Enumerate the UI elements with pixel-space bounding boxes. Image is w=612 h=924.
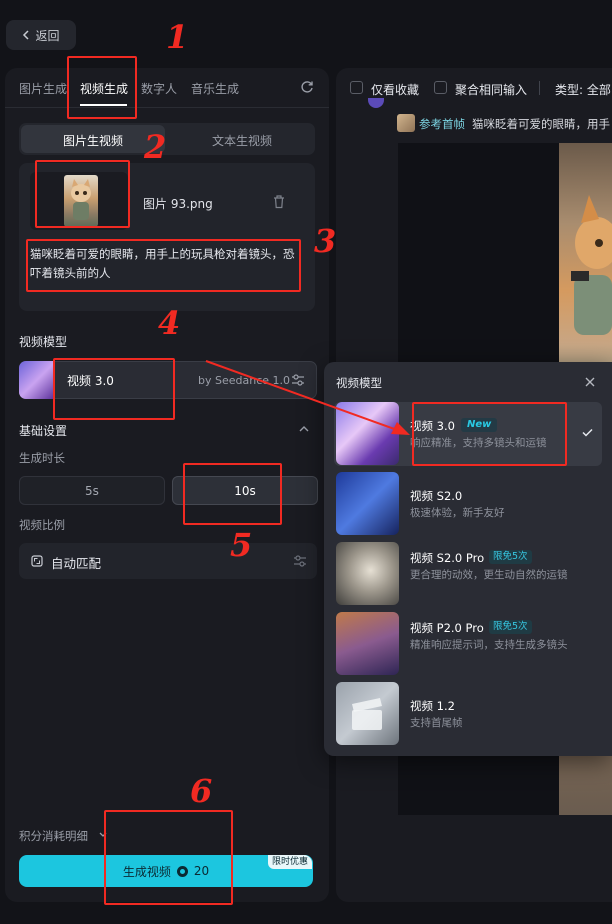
annotation-number-5: 5 xyxy=(230,526,253,564)
model-option-desc: 极速体验，新手友好 xyxy=(410,507,505,519)
close-icon[interactable] xyxy=(584,376,596,388)
tab-digital-human[interactable]: 数字人 xyxy=(141,80,177,97)
annotation-box-3 xyxy=(26,239,301,292)
promo-badge: 限时优惠 xyxy=(268,855,312,869)
annotation-box-6 xyxy=(104,810,233,905)
chevron-left-icon xyxy=(23,30,30,40)
duration-label: 生成时长 xyxy=(19,451,65,465)
model-option-desc: 更合理的动效，更生动自然的运镜 xyxy=(410,569,568,581)
type-filter[interactable]: 类型: 全部 xyxy=(555,81,611,98)
annotation-box-model-option xyxy=(412,402,567,466)
model-option-name[interactable]: 视频 1.2 xyxy=(410,698,455,714)
video-model-title: 视频模型 xyxy=(19,335,68,349)
refresh-icon[interactable] xyxy=(300,80,314,94)
tab-image-gen[interactable]: 图片生成 xyxy=(19,80,67,97)
reference-frame-label: 参考首帧 xyxy=(419,117,465,131)
reference-prompt-text: 猫咪眨着可爱的眼睛，用手 xyxy=(472,117,610,131)
check-icon xyxy=(582,428,593,437)
ratio-label: 视频比例 xyxy=(19,518,65,532)
back-button[interactable]: 返回 xyxy=(6,20,76,50)
model-option-name[interactable]: 视频 S2.0 xyxy=(410,488,462,504)
ratio-value: 自动匹配 xyxy=(51,556,102,571)
model-option-thumbnail[interactable] xyxy=(336,612,399,675)
annotation-number-3: 3 xyxy=(314,222,337,260)
merge-inputs-label: 聚合相同输入 xyxy=(455,83,528,97)
filter-divider xyxy=(539,81,540,95)
annotation-box-4 xyxy=(53,358,175,420)
model-option-desc: 精准响应提示词，支持生成多镜头 xyxy=(410,639,568,651)
trash-icon[interactable] xyxy=(272,194,286,209)
back-label: 返回 xyxy=(35,28,60,43)
sliders-icon[interactable] xyxy=(293,554,307,568)
model-option-desc: 支持首尾帧 xyxy=(410,717,463,729)
model-option-name[interactable]: 视频 S2.0 Pro xyxy=(410,550,484,566)
model-option-thumbnail[interactable] xyxy=(336,542,399,605)
annotation-number-1: 1 xyxy=(166,18,189,56)
generation-tabs: 图片生成 视频生成 数字人 音乐生成 xyxy=(5,68,329,108)
model-option-name[interactable]: 视频 P2.0 Pro xyxy=(410,620,484,636)
mode-tab-text-to-video[interactable]: 文本生视频 xyxy=(212,132,272,149)
points-detail-toggle[interactable]: 积分消耗明细 xyxy=(19,828,88,844)
annotation-box-1 xyxy=(67,56,137,119)
free-trial-badge: 限免5次 xyxy=(489,620,532,634)
aspect-ratio-icon xyxy=(31,555,43,567)
annotation-arrow xyxy=(205,360,410,435)
model-option-thumbnail[interactable] xyxy=(336,682,399,745)
file-name: 图片 93.png xyxy=(143,197,213,211)
duration-5s-button[interactable]: 5s xyxy=(19,476,165,505)
annotation-box-2 xyxy=(35,160,130,228)
annotation-number-2: 2 xyxy=(144,128,167,166)
fav-only-label: 仅看收藏 xyxy=(371,83,420,97)
tab-music-gen[interactable]: 音乐生成 xyxy=(191,80,239,97)
model-option-thumbnail[interactable] xyxy=(336,472,399,535)
mode-tab-image-to-video[interactable]: 图片生视频 xyxy=(63,132,123,149)
model-thumbnail xyxy=(19,361,55,399)
basic-settings-title: 基础设置 xyxy=(19,424,68,438)
annotation-box-5 xyxy=(183,463,282,525)
annotation-number-6: 6 xyxy=(190,772,213,810)
merge-inputs-checkbox[interactable] xyxy=(434,81,447,94)
free-trial-badge: 限免5次 xyxy=(489,550,532,564)
annotation-number-4: 4 xyxy=(158,304,181,342)
reference-frame-thumbnail xyxy=(397,114,415,132)
fav-only-checkbox[interactable] xyxy=(350,81,363,94)
clapperboard-icon xyxy=(352,698,382,730)
